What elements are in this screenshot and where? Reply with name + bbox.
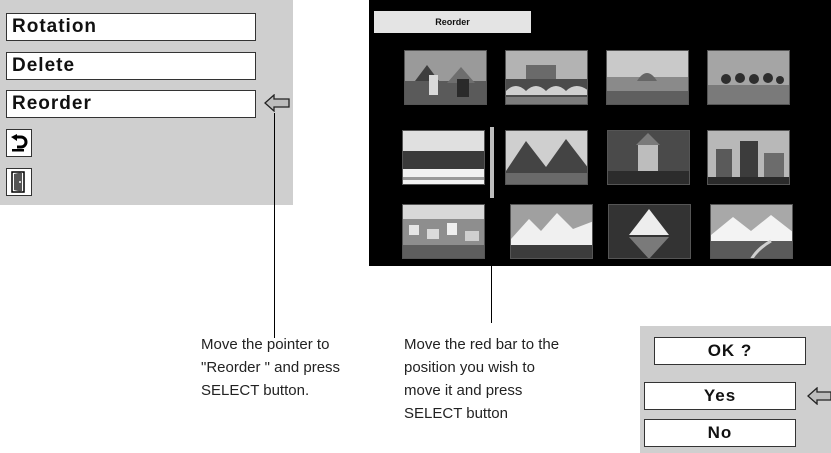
no-button[interactable]: No [644,419,796,447]
reorder-screen: Reorder [369,0,831,266]
thumbnail[interactable] [707,130,790,185]
thumbnail[interactable] [505,130,588,185]
thumbnail[interactable] [510,204,593,259]
caption-line: Move the red bar to the [404,336,560,353]
thumbnail[interactable] [607,130,690,185]
caption-line: SELECT button [404,405,508,422]
caption-line: Move the pointer to [201,336,330,353]
undo-arrow-icon [11,134,28,152]
thumbnail[interactable] [402,130,485,185]
pointer-arrow-icon [807,387,831,405]
bar-caption: Move the red bar to the position you wis… [404,333,559,425]
exit-door-icon [11,171,25,193]
menu-panel: Rotation Delete Reorder [0,0,293,205]
callout-line [274,113,275,338]
confirm-question: OK ? [654,337,806,365]
thumbnail[interactable] [404,50,487,105]
caption-line: "Reorder " and press [201,359,341,376]
thumbnail[interactable] [606,50,689,105]
menu-item-rotation[interactable]: Rotation [6,13,256,41]
menu-caption: Move the pointer to "Reorder " and press… [201,333,340,402]
callout-line [491,212,492,323]
screen-title: Reorder [374,11,531,33]
menu-item-reorder[interactable]: Reorder [6,90,256,118]
thumbnail[interactable] [505,50,588,105]
caption-line: SELECT button. [201,382,310,399]
thumbnail[interactable] [710,204,793,259]
caption-line: move it and press [404,382,523,399]
thumbnail[interactable] [608,204,691,259]
caption-line: position you wish to [404,359,535,376]
yes-button[interactable]: Yes [644,382,796,410]
back-button[interactable] [6,129,32,157]
pointer-arrow-icon [264,94,290,112]
thumbnail[interactable] [707,50,790,105]
reorder-bar[interactable] [490,127,494,198]
exit-button[interactable] [6,168,32,196]
thumbnail[interactable] [402,204,485,259]
confirm-dialog: OK ? Yes No [640,326,831,453]
menu-item-delete[interactable]: Delete [6,52,256,80]
